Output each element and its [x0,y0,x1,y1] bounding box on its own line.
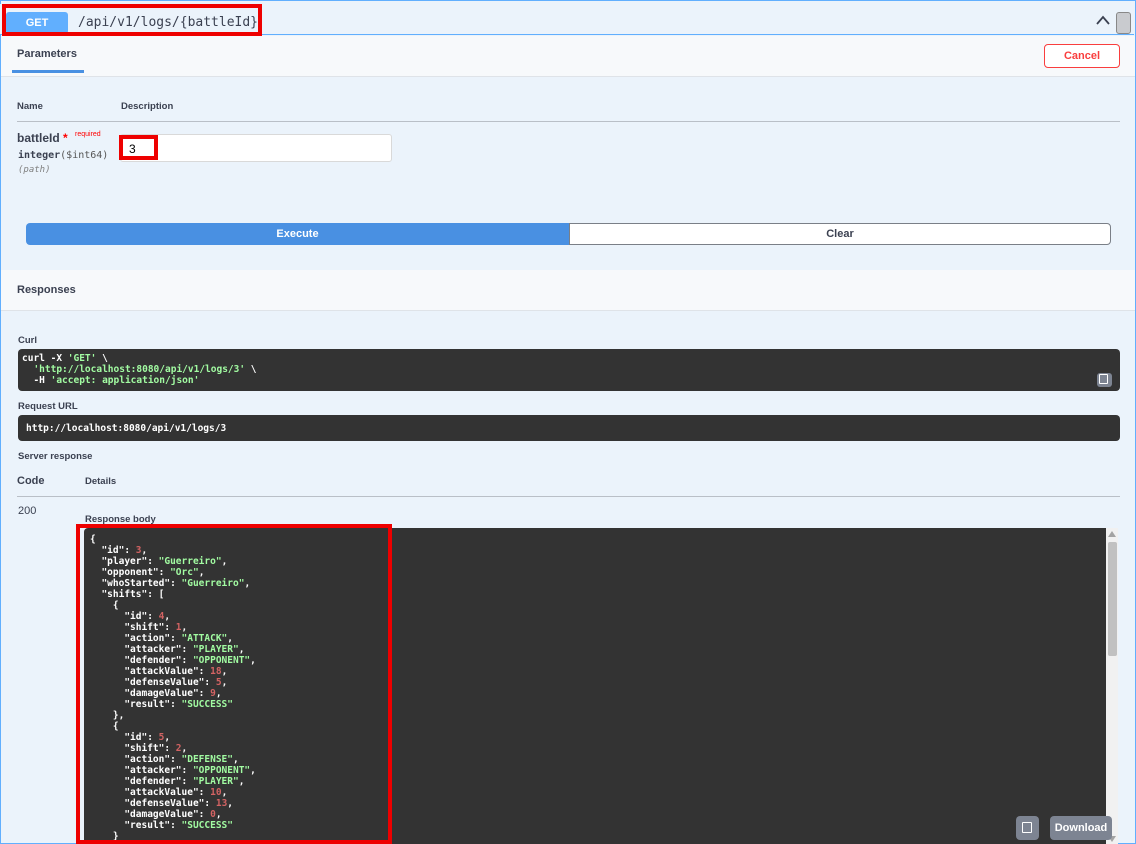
clear-button[interactable]: Clear [569,223,1111,245]
execute-button[interactable]: Execute [26,223,569,245]
parameters-header [1,36,1135,77]
required-star: * [63,131,68,145]
required-label: required [75,131,101,138]
curl-line-3: -H 'accept: application/json' [22,375,200,386]
curl-command: curl -X 'GET' \ 'http://localhost:8080/a… [18,349,1120,391]
param-type: integer($int64) [18,150,109,161]
details-header: Details [85,476,117,487]
param-name: battleId * [17,131,68,145]
tab-underline [12,70,84,73]
highlight-box-endpoint [2,4,262,36]
copy-icon[interactable] [1116,12,1131,34]
scrollbar-thumb[interactable] [1108,542,1117,656]
code-header: Code [17,475,45,487]
download-button[interactable]: Download [1050,816,1112,840]
highlight-box-response [76,524,392,844]
highlight-box-input [119,135,158,160]
curl-line-2: 'http://localhost:8080/api/v1/logs/3' \ [33,364,257,375]
curl-line-1: curl -X 'GET' \ [22,353,108,364]
scroll-up-arrow[interactable] [1108,531,1116,537]
request-url-label: Request URL [18,401,78,412]
server-response-label: Server response [18,451,93,462]
request-url: http://localhost:8080/api/v1/logs/3 [18,415,1120,441]
tab-parameters[interactable]: Parameters [17,48,77,60]
divider [17,496,1120,497]
divider [17,121,1120,122]
cancel-button[interactable]: Cancel [1044,44,1120,68]
chevron-up-icon[interactable] [1096,14,1110,28]
column-description-header: Description [121,101,174,112]
status-code: 200 [18,505,37,517]
curl-label: Curl [18,335,37,346]
responses-header [1,270,1135,311]
param-location: (path) [18,165,51,175]
responses-title: Responses [17,284,76,296]
column-name-header: Name [17,101,43,112]
battleid-input[interactable] [120,134,392,162]
request-url-text: http://localhost:8080/api/v1/logs/3 [26,423,227,434]
copy-icon[interactable] [1097,373,1112,387]
copy-icon[interactable] [1016,816,1039,840]
